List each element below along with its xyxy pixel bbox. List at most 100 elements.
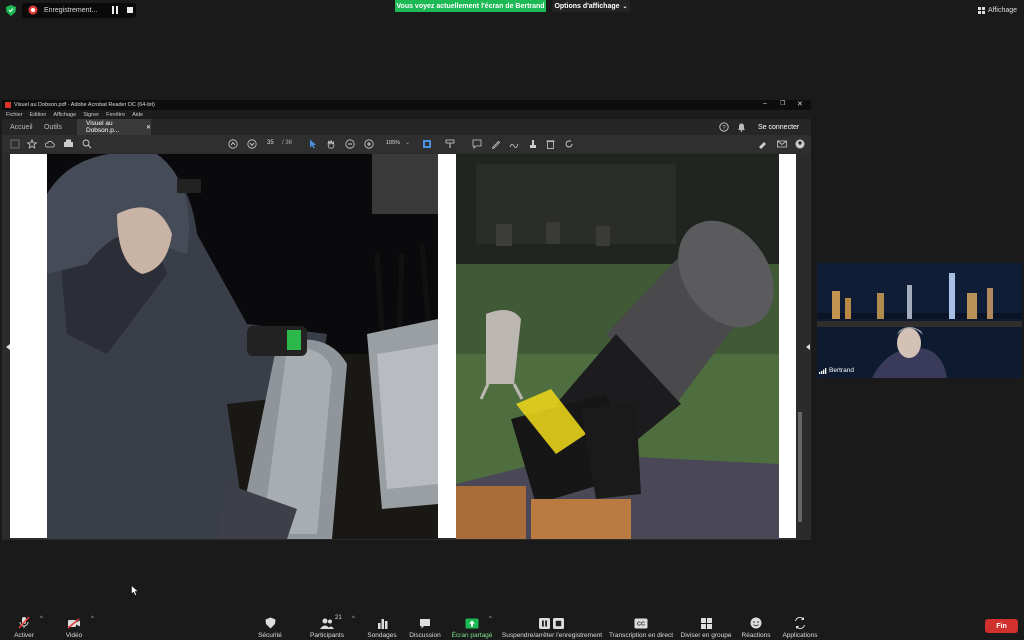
star-icon[interactable] — [27, 139, 37, 149]
security-button[interactable]: Sécurité — [253, 612, 287, 640]
participant-name-tag: Bertrand — [819, 367, 854, 374]
mute-button[interactable]: Activer — [8, 612, 40, 640]
right-panel-arrow-icon[interactable] — [806, 344, 810, 350]
print-icon[interactable] — [63, 139, 74, 149]
chat-button[interactable]: Discussion — [406, 612, 444, 640]
zoom-search-icon[interactable] — [82, 139, 92, 149]
acrobat-tabbar: Accueil Outils Visuel au Dobson.p... ✕ ?… — [2, 119, 811, 135]
tab-home[interactable]: Accueil — [10, 119, 33, 135]
share-options-chevron-icon[interactable]: ^ — [489, 616, 492, 622]
page-up-icon[interactable] — [228, 139, 238, 149]
acrobat-toolbar: 35 / 36 105% ⌄ — [2, 135, 811, 153]
view-options-button[interactable]: Options d'affichage ⌄ — [552, 0, 630, 12]
apps-icon — [795, 617, 805, 629]
live-transcript-label: Transcription en direct — [608, 632, 674, 639]
scroll-mode-icon[interactable] — [445, 139, 455, 149]
cc-icon: CC — [634, 618, 648, 629]
grid-view-icon — [978, 7, 985, 14]
pause-recording-icon[interactable] — [112, 6, 119, 14]
chat-label: Discussion — [409, 632, 441, 639]
participant-video-tile[interactable] — [817, 263, 1022, 378]
participants-options-chevron-icon[interactable]: ^ — [352, 616, 355, 622]
zoom-in-icon[interactable] — [364, 139, 374, 149]
cloud-upload-icon[interactable] — [45, 139, 55, 149]
breakout-rooms-label: Diviser en groupe — [680, 632, 732, 639]
bell-icon[interactable] — [737, 122, 746, 132]
video-label: Vidéo — [65, 632, 83, 639]
left-panel-arrow-icon[interactable] — [6, 344, 10, 350]
video-options-chevron-icon[interactable]: ^ — [91, 616, 94, 622]
recording-control-button[interactable]: Suspendre/arrêter l'enregistrement — [500, 612, 604, 640]
bar-chart-icon — [377, 619, 387, 629]
mic-muted-icon — [18, 616, 30, 629]
participants-label: Participants — [310, 632, 344, 639]
polls-button[interactable]: Sondages — [363, 612, 401, 640]
fit-page-icon[interactable] — [422, 139, 432, 149]
security-shield-icon — [6, 5, 16, 16]
live-transcript-button[interactable]: CC Transcription en direct — [607, 612, 675, 640]
delete-icon[interactable] — [546, 139, 555, 149]
scrollbar-thumb[interactable] — [798, 412, 802, 522]
reactions-label: Réactions — [741, 632, 771, 639]
participants-button[interactable]: Participants — [305, 612, 349, 640]
view-label: Affichage — [988, 7, 1018, 14]
tab-document[interactable]: Visuel au Dobson.p... ✕ — [77, 119, 151, 135]
hand-icon[interactable] — [326, 139, 336, 149]
sign-icon[interactable] — [509, 139, 519, 149]
page-down-icon[interactable] — [247, 139, 257, 149]
comment-icon[interactable] — [472, 139, 482, 149]
sign-in-button[interactable]: Se connecter — [758, 119, 799, 135]
help-icon[interactable]: ? — [719, 122, 729, 132]
chevron-down-icon: ⌄ — [622, 3, 628, 10]
view-button[interactable]: Affichage — [978, 5, 1020, 16]
mute-options-chevron-icon[interactable]: ^ — [40, 616, 43, 622]
menu-help[interactable]: Aide — [132, 112, 143, 118]
page-number-input[interactable]: 35 — [267, 140, 274, 146]
svg-text:CC: CC — [637, 622, 645, 628]
mail-icon[interactable] — [777, 139, 787, 149]
stamp-icon[interactable] — [528, 139, 538, 149]
apps-button[interactable]: Applications — [778, 612, 822, 640]
video-button[interactable]: Vidéo — [60, 612, 88, 640]
zoom-out-icon[interactable] — [345, 139, 355, 149]
photo-person-with-tube — [47, 154, 438, 539]
participants-icon — [320, 618, 334, 629]
stop-recording-icon[interactable] — [127, 7, 133, 13]
zoom-level-select[interactable]: 105% — [386, 140, 400, 146]
view-options-label: Options d'affichage — [554, 2, 620, 10]
video-off-icon — [67, 618, 80, 629]
shield-icon — [265, 617, 275, 629]
menu-file[interactable]: Fichier — [6, 112, 23, 118]
minimize-icon[interactable]: – — [763, 100, 767, 107]
menu-sign[interactable]: Signer — [83, 112, 99, 118]
smile-icon — [750, 617, 762, 629]
close-icon[interactable]: ✕ — [797, 100, 803, 108]
fill-sign-icon[interactable] — [758, 139, 769, 149]
share-screen-icon — [465, 618, 479, 629]
share-screen-button[interactable]: Écran partagé — [451, 612, 493, 640]
select-cursor-icon[interactable] — [309, 139, 317, 149]
recording-icon — [28, 5, 38, 15]
tab-tools[interactable]: Outils — [44, 119, 62, 135]
mute-label: Activer — [14, 632, 34, 639]
menu-window[interactable]: Fenêtre — [106, 112, 125, 118]
participant-name: Bertrand — [829, 367, 854, 374]
reactions-button[interactable]: Réactions — [738, 612, 774, 640]
pen-icon[interactable] — [491, 139, 501, 149]
menu-edit[interactable]: Edition — [30, 112, 47, 118]
signal-icon — [819, 367, 827, 374]
recording-control-label: Suspendre/arrêter l'enregistrement — [501, 632, 603, 639]
end-meeting-button[interactable]: Fin — [985, 619, 1018, 633]
rotate-icon[interactable] — [564, 139, 574, 149]
tab-document-label: Visuel au Dobson.p... — [86, 120, 120, 134]
tab-close-icon[interactable]: ✕ — [146, 124, 151, 131]
share-screen-label: Écran partagé — [451, 632, 493, 639]
save-icon[interactable] — [10, 139, 20, 149]
page-total: / 36 — [282, 140, 293, 146]
participants-count: 21 — [335, 615, 342, 621]
zoom-chevron-icon[interactable]: ⌄ — [405, 139, 410, 146]
breakout-rooms-button[interactable]: Diviser en groupe — [678, 612, 734, 640]
maximize-icon[interactable]: ❐ — [780, 100, 785, 107]
account-icon[interactable] — [795, 139, 805, 149]
menu-view[interactable]: Affichage — [53, 112, 76, 118]
